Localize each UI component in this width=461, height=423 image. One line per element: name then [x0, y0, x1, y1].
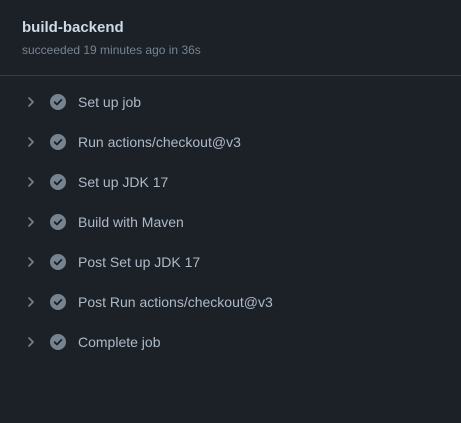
check-circle-icon [50, 334, 66, 350]
step-row[interactable]: Build with Maven [0, 202, 461, 242]
step-label: Complete job [78, 334, 161, 350]
chevron-right-icon[interactable] [24, 335, 38, 349]
check-circle-icon [50, 94, 66, 110]
step-row[interactable]: Run actions/checkout@v3 [0, 122, 461, 162]
check-circle-icon [50, 174, 66, 190]
check-circle-icon [50, 214, 66, 230]
chevron-right-icon[interactable] [24, 295, 38, 309]
job-status: succeeded 19 minutes ago in 36s [22, 43, 201, 57]
chevron-right-icon[interactable] [24, 95, 38, 109]
step-row[interactable]: Post Set up JDK 17 [0, 242, 461, 282]
chevron-right-icon[interactable] [24, 175, 38, 189]
step-row[interactable]: Complete job [0, 322, 461, 362]
job-panel: build-backend succeeded 19 minutes ago i… [0, 0, 461, 423]
step-row[interactable]: Set up job [0, 82, 461, 122]
job-header: build-backend succeeded 19 minutes ago i… [0, 0, 461, 76]
job-title: build-backend [22, 19, 124, 36]
step-label: Set up job [78, 94, 142, 110]
chevron-right-icon[interactable] [24, 135, 38, 149]
step-row[interactable]: Post Run actions/checkout@v3 [0, 282, 461, 322]
step-label: Post Set up JDK 17 [78, 254, 201, 270]
step-list: Set up job Run actions/checkout@v3 Set u… [0, 76, 461, 362]
step-label: Run actions/checkout@v3 [78, 134, 241, 150]
check-circle-icon [50, 134, 66, 150]
chevron-right-icon[interactable] [24, 215, 38, 229]
step-label: Build with Maven [78, 214, 184, 230]
step-label: Set up JDK 17 [78, 174, 169, 190]
check-circle-icon [50, 254, 66, 270]
step-label: Post Run actions/checkout@v3 [78, 294, 273, 310]
check-circle-icon [50, 294, 66, 310]
chevron-right-icon[interactable] [24, 255, 38, 269]
step-row[interactable]: Set up JDK 17 [0, 162, 461, 202]
